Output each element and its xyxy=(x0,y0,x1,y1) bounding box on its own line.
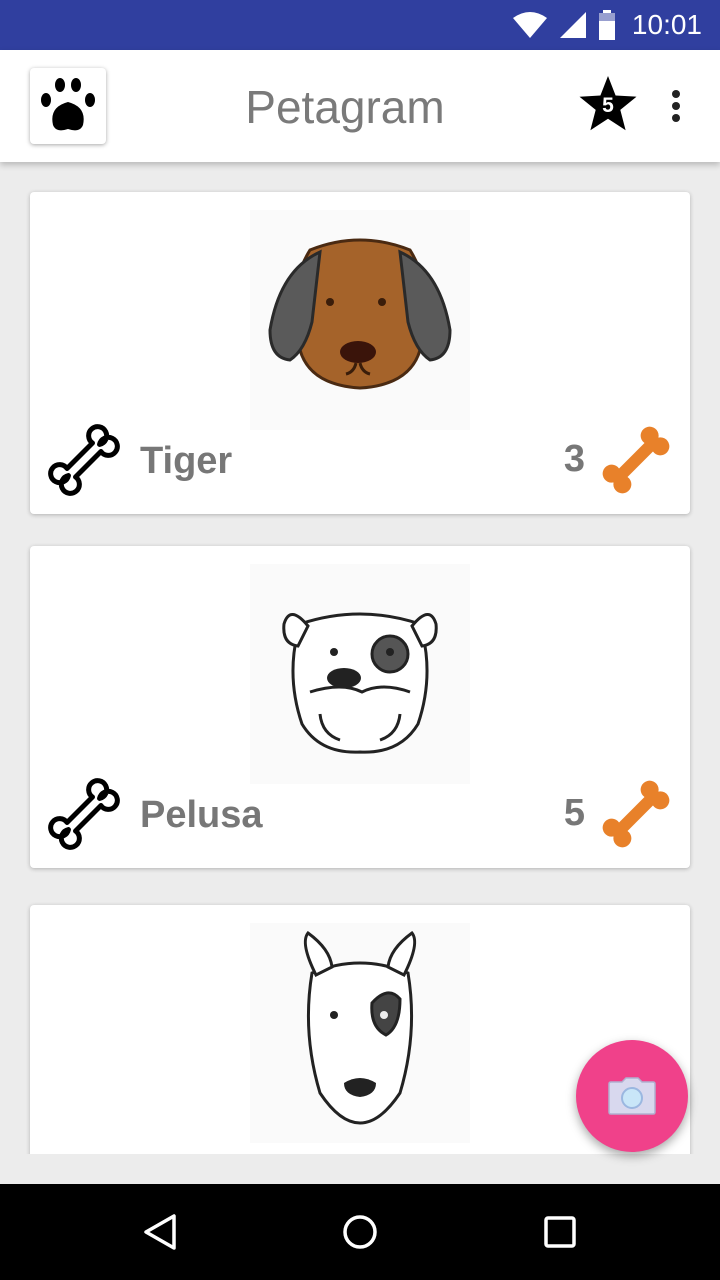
pet-photo xyxy=(250,210,470,430)
camera-icon xyxy=(608,1077,656,1115)
app-bar: Petagram 5 xyxy=(0,50,720,162)
rating-count: 5 xyxy=(563,792,585,834)
pet-list[interactable]: Tiger 3 Pelusa 5 xyxy=(0,162,720,1154)
favorites-count: 5 xyxy=(602,94,614,117)
camera-fab[interactable] xyxy=(576,1040,688,1152)
status-icons: 10:01 xyxy=(512,8,702,42)
bone-rating-icon xyxy=(602,426,670,494)
bone-like-icon[interactable] xyxy=(48,424,120,496)
pet-card: Pelusa 5 xyxy=(30,546,690,868)
app-title: Petagram xyxy=(245,81,445,133)
recents-icon[interactable] xyxy=(540,1212,580,1252)
overflow-menu-icon[interactable] xyxy=(660,84,692,128)
paw-icon xyxy=(41,78,95,131)
pet-photo xyxy=(250,923,470,1143)
back-icon[interactable] xyxy=(140,1212,180,1252)
battery-icon xyxy=(598,10,615,40)
clock: 10:01 xyxy=(631,9,702,40)
wifi-icon xyxy=(512,12,547,38)
favorites-button[interactable]: 5 xyxy=(575,72,641,138)
rating-count: 3 xyxy=(563,438,585,480)
status-bar: 10:01 xyxy=(0,0,720,50)
pet-card: Tiger 3 xyxy=(30,192,690,514)
bone-rating-icon xyxy=(602,780,670,848)
navigation-bar xyxy=(0,1184,720,1280)
pet-name: Tiger xyxy=(140,440,233,482)
home-icon[interactable] xyxy=(340,1212,380,1252)
signal-icon xyxy=(559,12,586,38)
app-logo xyxy=(30,68,106,144)
bone-like-icon[interactable] xyxy=(48,778,120,850)
pet-photo xyxy=(250,564,470,784)
pet-name: Pelusa xyxy=(140,794,263,836)
